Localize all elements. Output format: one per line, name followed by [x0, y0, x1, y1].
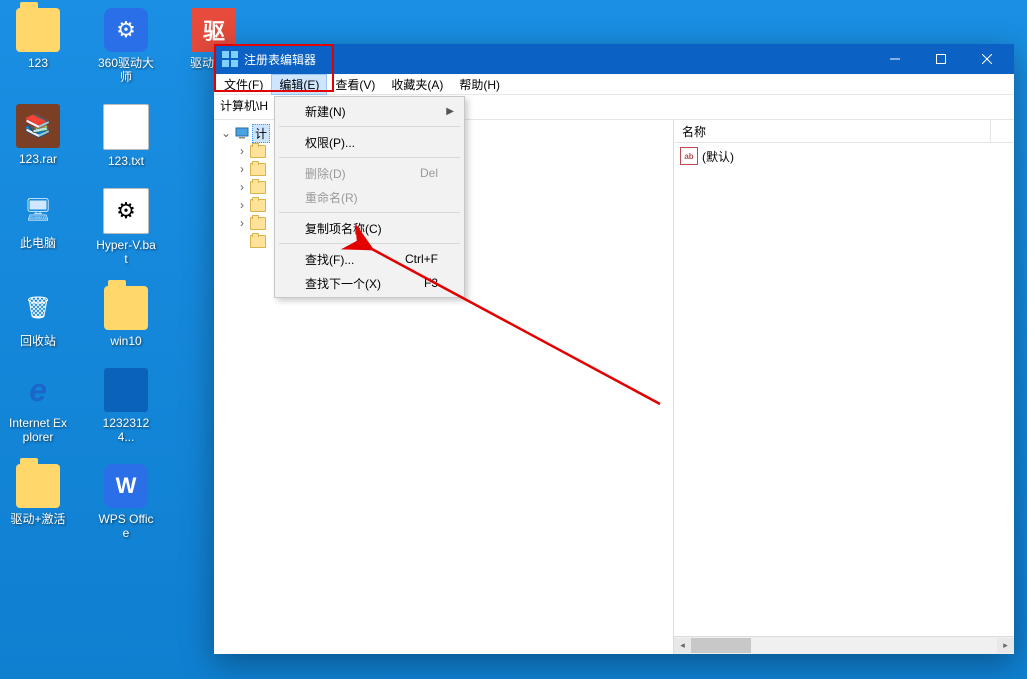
- menu-separator: [279, 126, 460, 127]
- pc-icon: 🖥: [16, 188, 60, 232]
- batch-icon: ⚙: [103, 188, 149, 234]
- list-body[interactable]: ab (默认): [674, 143, 1014, 636]
- image-icon: [104, 368, 148, 412]
- folder-icon: [16, 8, 60, 52]
- maximize-button[interactable]: [918, 44, 964, 74]
- menu-favorites[interactable]: 收藏夹(A): [383, 74, 451, 95]
- folder-icon: [250, 181, 266, 194]
- icon-label: 360驱动大师: [96, 56, 156, 84]
- textfile-icon: [103, 104, 149, 150]
- menu-shortcut: Ctrl+F: [405, 252, 438, 266]
- expand-icon[interactable]: ›: [236, 145, 248, 157]
- expand-icon[interactable]: [236, 235, 248, 247]
- horizontal-scrollbar[interactable]: ◂ ▸: [674, 636, 1014, 654]
- menu-label: 查找下一个(X): [305, 275, 381, 292]
- desktop-icon-thispc[interactable]: 🖥 此电脑: [8, 188, 68, 266]
- icon-label: WPS Office: [96, 512, 156, 540]
- value-list-pane: 名称 ab (默认) ◂ ▸: [674, 120, 1014, 654]
- folder-icon: [250, 199, 266, 212]
- archive-icon: 📚: [16, 104, 60, 148]
- folder-icon: [104, 286, 148, 330]
- scroll-thumb[interactable]: [691, 638, 751, 653]
- desktop-icon-ie[interactable]: e Internet Explorer: [8, 368, 68, 444]
- scroll-right-icon[interactable]: ▸: [997, 638, 1014, 653]
- menu-label: 删除(D): [305, 165, 346, 182]
- menu-item-copykeyname[interactable]: 复制项名称(C): [277, 216, 462, 240]
- menubar: 文件(F) 编辑(E) 查看(V) 收藏夹(A) 帮助(H): [214, 74, 1014, 95]
- value-name: (默认): [702, 148, 734, 165]
- list-header: 名称: [674, 120, 1014, 143]
- menu-label: 重命名(R): [305, 189, 358, 206]
- icon-label: 驱动+激活: [10, 512, 65, 526]
- expand-icon[interactable]: ›: [236, 217, 248, 229]
- desktop-icon-image[interactable]: 12323124...: [96, 368, 156, 444]
- menu-file[interactable]: 文件(F): [216, 74, 271, 95]
- desktop-icon-hyperv[interactable]: ⚙ Hyper-V.bat: [96, 188, 156, 266]
- menu-label: 复制项名称(C): [305, 220, 382, 237]
- desktop-icon-360driver[interactable]: ⚙ 360驱动大师: [96, 8, 156, 84]
- submenu-arrow-icon: ▶: [446, 106, 454, 117]
- folder-icon: [16, 464, 60, 508]
- menu-label: 权限(P)...: [305, 134, 355, 151]
- desktop-icon-grid: 123 ⚙ 360驱动大师 驱 驱动精灵 📚 123.rar 123.txt: [8, 8, 244, 540]
- menu-item-delete: 删除(D) Del: [277, 161, 462, 185]
- menu-shortcut: Del: [420, 166, 438, 180]
- folder-icon: [250, 217, 266, 230]
- desktop-icon-123rar[interactable]: 📚 123.rar: [8, 104, 68, 168]
- desktop-icon-recyclebin[interactable]: 🗑 回收站: [8, 286, 68, 348]
- menu-item-find[interactable]: 查找(F)... Ctrl+F: [277, 247, 462, 271]
- desktop-icon-driveractivate[interactable]: 驱动+激活: [8, 464, 68, 540]
- recyclebin-icon: 🗑: [16, 286, 60, 330]
- menu-item-new[interactable]: 新建(N) ▶: [277, 99, 462, 123]
- titlebar[interactable]: 注册表编辑器: [214, 44, 1014, 74]
- window-title: 注册表编辑器: [244, 51, 872, 68]
- icon-label: 此电脑: [20, 236, 56, 250]
- list-row-default[interactable]: ab (默认): [680, 147, 1008, 165]
- computer-icon: [234, 125, 250, 141]
- menu-label: 新建(N): [305, 103, 346, 120]
- column-header-name[interactable]: 名称: [674, 120, 991, 143]
- gear-icon: ⚙: [104, 8, 148, 52]
- desktop-icon-123txt[interactable]: 123.txt: [96, 104, 156, 168]
- edit-menu-dropdown: 新建(N) ▶ 权限(P)... 删除(D) Del 重命名(R) 复制项名称(…: [274, 96, 465, 298]
- folder-icon: [250, 145, 266, 158]
- expand-icon[interactable]: ›: [236, 199, 248, 211]
- scroll-left-icon[interactable]: ◂: [674, 638, 691, 653]
- regedit-icon: [222, 51, 238, 67]
- tree-label: 计: [252, 124, 270, 143]
- menu-item-findnext[interactable]: 查找下一个(X) F3: [277, 271, 462, 295]
- desktop-icon-win10[interactable]: win10: [96, 286, 156, 348]
- menu-separator: [279, 157, 460, 158]
- folder-icon: [250, 235, 266, 248]
- menu-separator: [279, 212, 460, 213]
- desktop-icon-folder-123[interactable]: 123: [8, 8, 68, 84]
- menu-shortcut: F3: [424, 276, 438, 290]
- icon-label: 123.rar: [19, 152, 57, 166]
- ie-icon: e: [16, 368, 60, 412]
- folder-icon: [250, 163, 266, 176]
- menu-separator: [279, 243, 460, 244]
- icon-label: 123: [28, 56, 48, 70]
- menu-edit[interactable]: 编辑(E): [271, 74, 327, 95]
- menu-view[interactable]: 查看(V): [327, 74, 383, 95]
- string-value-icon: ab: [680, 147, 698, 165]
- icon-label: 12323124...: [96, 416, 156, 444]
- desktop-icon-wps[interactable]: W WPS Office: [96, 464, 156, 540]
- icon-label: 回收站: [20, 334, 56, 348]
- menu-item-permissions[interactable]: 权限(P)...: [277, 130, 462, 154]
- close-button[interactable]: [964, 44, 1010, 74]
- expand-icon[interactable]: ›: [236, 181, 248, 193]
- wps-icon: W: [104, 464, 148, 508]
- desktop: 123 ⚙ 360驱动大师 驱 驱动精灵 📚 123.rar 123.txt: [0, 0, 1027, 679]
- icon-label: Hyper-V.bat: [96, 238, 156, 266]
- minimize-button[interactable]: [872, 44, 918, 74]
- icon-label: 123.txt: [108, 154, 144, 168]
- expand-icon[interactable]: ›: [236, 163, 248, 175]
- collapse-icon[interactable]: ⌄: [220, 127, 232, 139]
- menu-label: 查找(F)...: [305, 251, 354, 268]
- menu-item-rename: 重命名(R): [277, 185, 462, 209]
- icon-label: win10: [110, 334, 141, 348]
- icon-label: Internet Explorer: [8, 416, 68, 444]
- menu-help[interactable]: 帮助(H): [451, 74, 508, 95]
